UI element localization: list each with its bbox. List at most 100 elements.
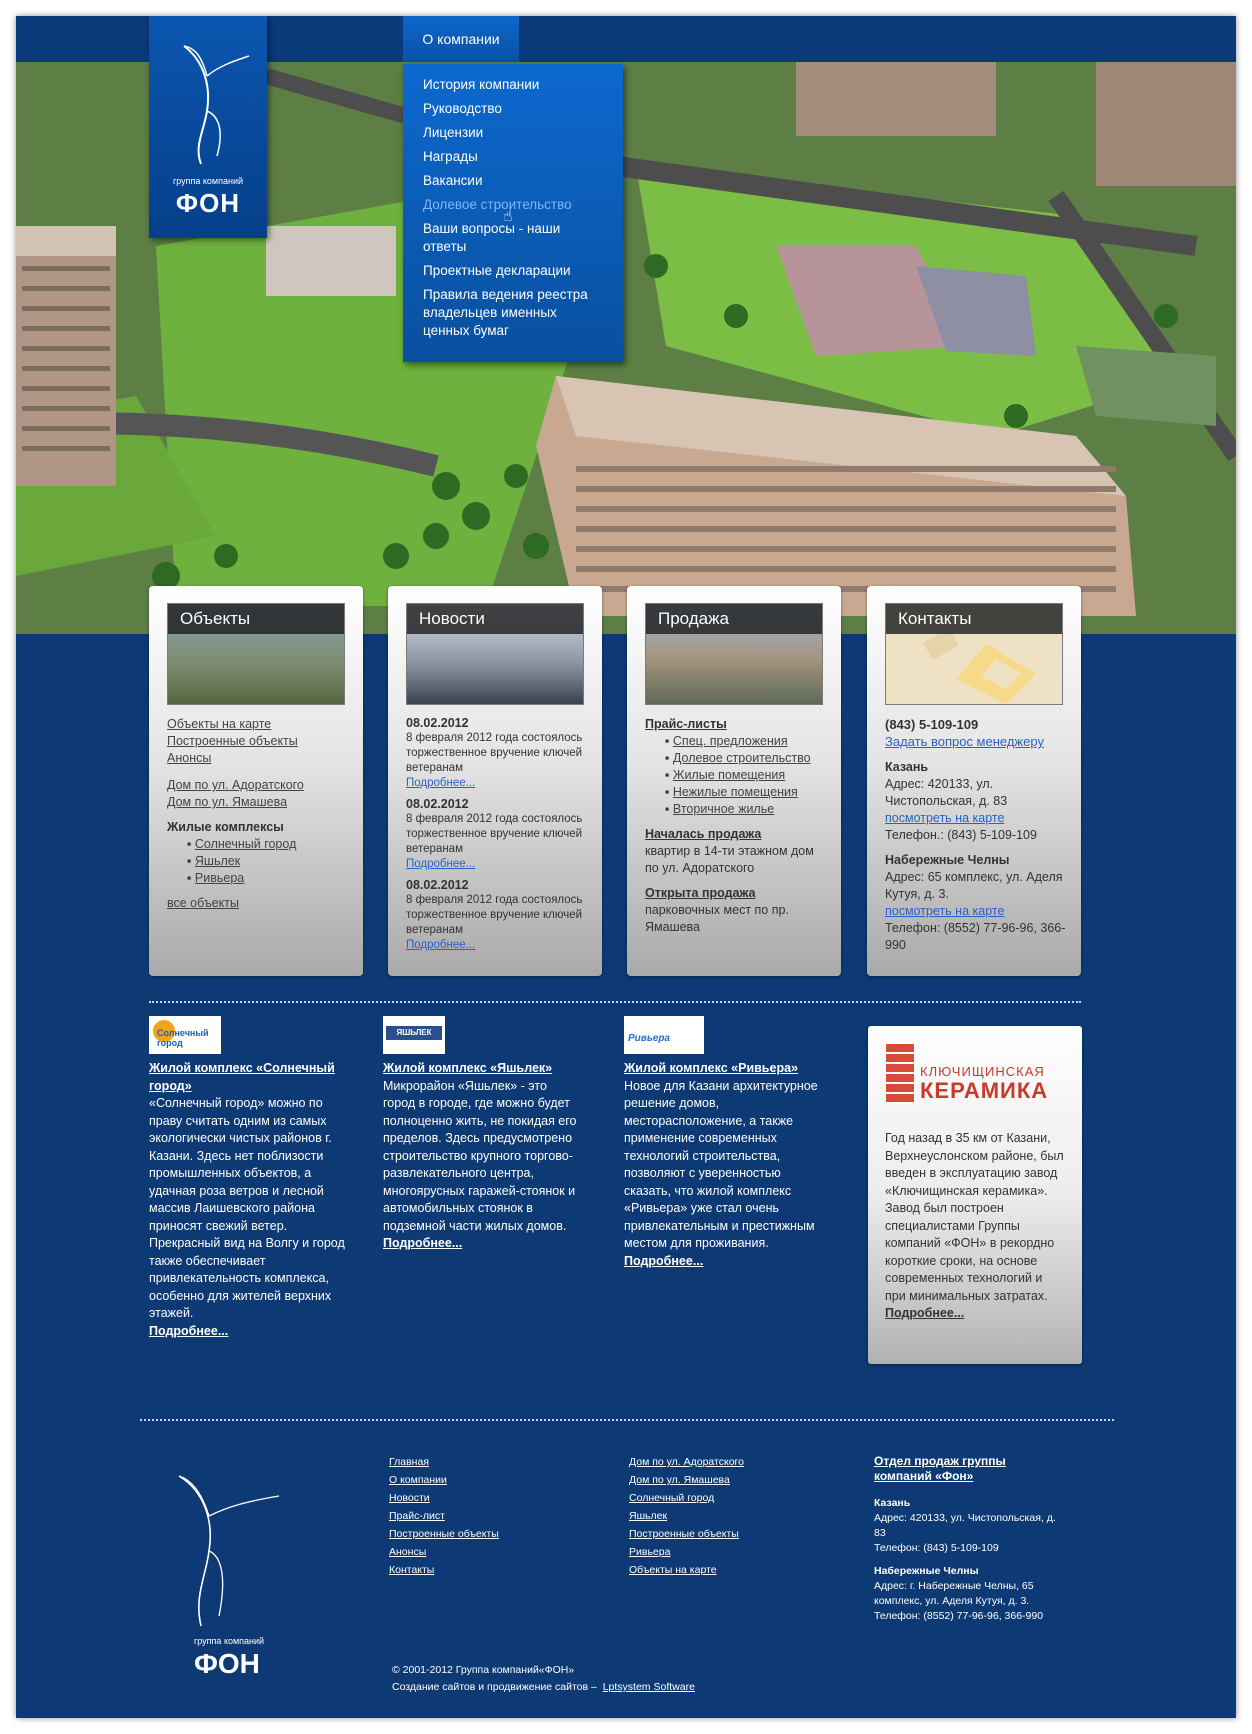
footer-link-built[interactable]: Построенные объекты xyxy=(389,1525,499,1543)
link-house-adoratskogo[interactable]: Дом по ул. Адоратского xyxy=(167,777,349,794)
ceramic-more[interactable]: Подробнее... xyxy=(885,1306,964,1320)
map-link-chelny[interactable]: посмотреть на карте xyxy=(885,904,1004,918)
contacts-map-image[interactable]: Контакты xyxy=(885,603,1063,705)
sale-opened-text: парковочных мест по пр. Ямашева xyxy=(645,903,789,934)
news-more-link[interactable]: Подробнее... xyxy=(406,858,475,870)
link-yashlek[interactable]: Яшьлек xyxy=(195,854,240,868)
promo-solnechny-title[interactable]: Жилой комплекс «Солнечный город» xyxy=(149,1061,335,1093)
sales-card-image[interactable]: Продажа xyxy=(645,603,823,705)
link-built-objects[interactable]: Построенные объекты xyxy=(167,733,349,750)
ask-manager-link[interactable]: Задать вопрос менеджеру xyxy=(885,734,1044,749)
riviera-logo[interactable]: Ривьера xyxy=(624,1016,704,1054)
yashlek-logo[interactable]: ЯШЬЛЕК xyxy=(383,1016,445,1054)
promo-solnechny-text: «Солнечный город» можно по праву считать… xyxy=(149,1096,345,1320)
contacts-address-kazan: Адрес: 420133, ул. Чистопольская, д. 83 xyxy=(885,777,1008,808)
footer-link-announcements[interactable]: Анонсы xyxy=(389,1543,499,1561)
link-objects-map[interactable]: Объекты на карте xyxy=(167,716,349,733)
ceramic-brand: КЕРАМИКА xyxy=(920,1078,1049,1103)
page: группа компаний ФОН О компании История к… xyxy=(16,16,1236,1718)
link-solnechny[interactable]: Солнечный город xyxy=(195,837,296,851)
footer-link-pricelist[interactable]: Прайс-лист xyxy=(389,1507,499,1525)
menu-item-registry-rules[interactable]: Правила ведения реестра владельцев именн… xyxy=(403,286,623,340)
footer-link-objects-map[interactable]: Объекты на карте xyxy=(629,1561,744,1579)
menu-item-licenses[interactable]: Лицензии xyxy=(403,124,623,142)
complexes-heading: Жилые комплексы xyxy=(167,820,284,834)
footer-link-about[interactable]: О компании xyxy=(389,1471,499,1489)
menu-item-faq[interactable]: Ваши вопросы - наши ответы xyxy=(403,220,623,256)
news-text: 8 февраля 2012 года состоялось торжестве… xyxy=(406,732,583,774)
map-link-kazan[interactable]: посмотреть на карте xyxy=(885,811,1004,825)
footer-link-yamasheva[interactable]: Дом по ул. Ямашева xyxy=(629,1471,744,1489)
heron-icon xyxy=(178,1475,280,1627)
promo-riviera-title[interactable]: Жилой комплекс «Ривьера» xyxy=(624,1061,798,1075)
objects-card-image[interactable]: Объекты xyxy=(167,603,345,705)
link-residential[interactable]: Жилые помещения xyxy=(673,768,785,782)
promo-yashlek-title[interactable]: Жилой комплекс «Яшьлек» xyxy=(383,1061,552,1075)
link-riviera[interactable]: Ривьера xyxy=(195,871,244,885)
solnechny-logo-text: Солнечный город xyxy=(157,1028,209,1048)
link-shared-construction[interactable]: Долевое строительство xyxy=(673,751,811,765)
link-house-yamasheva[interactable]: Дом по ул. Ямашева xyxy=(167,794,349,811)
contacts-phone: (843) 5-109-109 xyxy=(885,717,979,732)
news-card-title: Новости xyxy=(407,604,583,634)
link-non-residential[interactable]: Нежилые помещения xyxy=(673,785,798,799)
promo-yashlek-more[interactable]: Подробнее... xyxy=(383,1236,462,1250)
copyright-text: © 2001-2012 Группа компаний«ФОН» xyxy=(392,1664,575,1676)
footer-link-built-objects[interactable]: Построенные объекты xyxy=(629,1525,744,1543)
link-all-objects[interactable]: все объекты xyxy=(167,896,239,910)
menu-item-declarations[interactable]: Проектные декларации xyxy=(403,262,623,280)
brick-icon xyxy=(886,1044,914,1104)
menu-item-management[interactable]: Руководство xyxy=(403,100,623,118)
news-more-link[interactable]: Подробнее... xyxy=(406,777,475,789)
developer-prefix: Создание сайтов и продвижение сайтов – xyxy=(392,1681,597,1693)
footer-link-adoratskogo[interactable]: Дом по ул. Адоратского xyxy=(629,1453,744,1471)
link-sale-opened[interactable]: Открыта продажа xyxy=(645,886,755,900)
company-logo[interactable]: группа компаний ФОН xyxy=(149,16,267,238)
footer-phone-kazan: Телефон: (843) 5-109-109 xyxy=(874,1542,999,1554)
footer-link-riviera[interactable]: Ривьера xyxy=(629,1543,744,1561)
footer-city-kazan: Казань xyxy=(874,1497,911,1509)
footer-address-kazan: Адрес: 420133, ул. Чистопольская, д. 83 xyxy=(874,1512,1056,1539)
news-more-link[interactable]: Подробнее... xyxy=(406,939,475,951)
news-card-image[interactable]: Новости xyxy=(406,603,584,705)
sale-started-text: квартир в 14-ти этажном дом по ул. Адора… xyxy=(645,844,814,875)
link-special-offers[interactable]: Спец. предложения xyxy=(673,734,788,748)
promo-riviera-text: Новое для Казани архитектурное решение д… xyxy=(624,1078,818,1251)
ceramic-brand-top: КЛЮЧИЩИНСКАЯ xyxy=(920,1064,1045,1079)
footer-logo-sub: группа компаний xyxy=(194,1636,265,1646)
link-sale-started[interactable]: Началась продажа xyxy=(645,827,761,841)
logo-name: ФОН xyxy=(175,188,241,218)
promo-solnechny-more[interactable]: Подробнее... xyxy=(149,1324,228,1338)
news-date: 08.02.2012 xyxy=(406,797,469,811)
promo-riviera: Ривьера Жилой комплекс «Ривьера» Новое д… xyxy=(624,1016,824,1270)
heron-icon xyxy=(183,45,250,165)
footer-link-yashlek[interactable]: Яшьлек xyxy=(629,1507,744,1525)
developer-link[interactable]: Lptsystem Software xyxy=(603,1681,695,1693)
news-text: 8 февраля 2012 года состоялось торжестве… xyxy=(406,894,583,936)
footer-link-contacts[interactable]: Контакты xyxy=(389,1561,499,1579)
footer-phone-chelny: Телефон: (8552) 77-96-96, 366-990 xyxy=(874,1610,1044,1622)
solnechny-logo[interactable]: Солнечный город xyxy=(149,1016,221,1054)
contacts-card-title: Контакты xyxy=(886,604,1062,634)
footer-logo[interactable]: группа компаний ФОН xyxy=(159,1456,289,1686)
nav-tab-about[interactable]: О компании xyxy=(403,16,519,62)
promo-riviera-more[interactable]: Подробнее... xyxy=(624,1254,703,1268)
footer-dept-link[interactable]: Отдел продаж группы компаний «Фон» xyxy=(874,1454,1064,1484)
footer-link-home[interactable]: Главная xyxy=(389,1453,499,1471)
menu-item-history[interactable]: История компании xyxy=(403,76,623,94)
menu-item-vacancies[interactable]: Вакансии xyxy=(403,172,623,190)
link-secondary[interactable]: Вторичное жилье xyxy=(673,802,774,816)
link-announcements[interactable]: Анонсы xyxy=(167,750,349,767)
footer-link-solnechny[interactable]: Солнечный город xyxy=(629,1489,744,1507)
ceramic-card: КЛЮЧИЩИНСКАЯ КЕРАМИКА Год назад в 35 км … xyxy=(868,1026,1082,1364)
objects-card: Объекты Объекты на карте Построенные объ… xyxy=(149,586,363,976)
yashlek-logo-text: ЯШЬЛЕК xyxy=(386,1026,442,1040)
promo-yashlek: ЯШЬЛЕК Жилой комплекс «Яшьлек» Микрорайо… xyxy=(383,1016,579,1253)
footer-link-news[interactable]: Новости xyxy=(389,1489,499,1507)
menu-item-awards[interactable]: Награды xyxy=(403,148,623,166)
footer-logo-name: ФОН xyxy=(194,1648,260,1679)
riviera-logo-text: Ривьера xyxy=(628,1033,670,1044)
menu-item-shared-construction[interactable]: Долевое строительство xyxy=(403,196,623,214)
logo-subtitle: группа компаний xyxy=(172,176,244,186)
link-price-lists[interactable]: Прайс-листы xyxy=(645,717,727,731)
